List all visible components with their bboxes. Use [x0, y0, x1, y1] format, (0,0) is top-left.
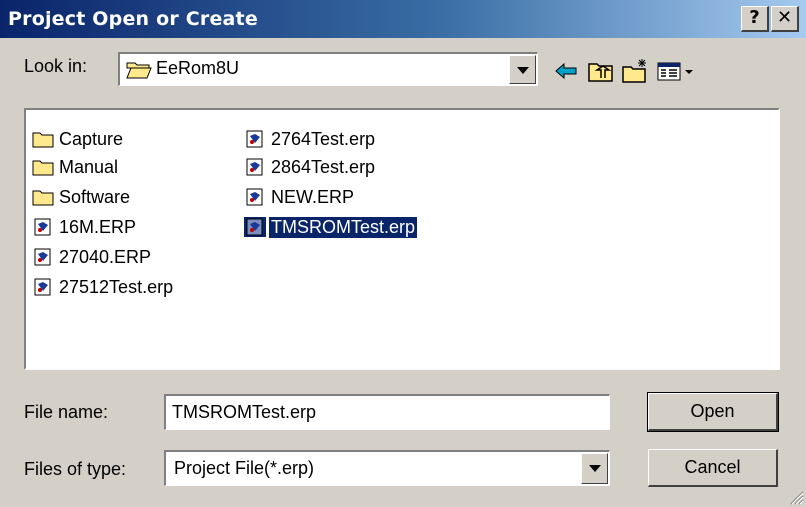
file-name-value: TMSROMTest.erp	[172, 402, 317, 422]
list-item-file[interactable]: 16M.ERP	[32, 214, 138, 240]
open-button[interactable]: Open	[647, 392, 779, 432]
file-list[interactable]: Capture Manual Software 16M.ERP 27040.ER…	[24, 108, 780, 370]
list-item-folder[interactable]: Software	[32, 184, 132, 210]
file-name-input[interactable]: TMSROMTest.erp	[164, 394, 610, 430]
look-in-combo[interactable]: EeRom8U	[118, 52, 538, 86]
list-item-file[interactable]: NEW.ERP	[244, 184, 356, 210]
project-file-icon	[246, 158, 263, 176]
list-item-file[interactable]: 27040.ERP	[32, 244, 153, 270]
list-item-file[interactable]: 2864Test.erp	[244, 154, 377, 180]
close-button[interactable]: ✕	[771, 6, 799, 32]
list-item-file[interactable]: 27512Test.erp	[32, 274, 175, 300]
look-in-label: Look in:	[24, 56, 88, 76]
file-name-label: File name:	[24, 402, 109, 422]
file-type-dropdown-button[interactable]	[581, 453, 608, 484]
files-of-type-label: Files of type:	[24, 459, 127, 479]
folder-icon	[32, 132, 54, 148]
list-item-file[interactable]: 2764Test.erp	[244, 126, 377, 152]
project-file-icon	[34, 278, 51, 296]
file-type-value: Project File(*.erp)	[174, 458, 315, 478]
help-button[interactable]: ?	[741, 6, 769, 32]
look-in-value: EeRom8U	[156, 58, 240, 78]
list-item-file-selected[interactable]: TMSROMTest.erp	[244, 214, 419, 240]
look-in-dropdown-button[interactable]	[509, 55, 536, 84]
project-file-icon	[246, 130, 263, 148]
project-file-icon	[246, 188, 263, 206]
list-item-folder[interactable]: Capture	[32, 126, 125, 152]
resize-grip-icon[interactable]	[790, 491, 804, 505]
file-type-combo[interactable]: Project File(*.erp)	[164, 450, 610, 486]
project-file-icon	[244, 217, 266, 237]
up-folder-icon[interactable]	[586, 57, 616, 85]
back-arrow-icon[interactable]	[552, 57, 582, 85]
cancel-button[interactable]: Cancel	[648, 449, 778, 487]
project-file-icon	[34, 248, 51, 266]
window-title: Project Open or Create	[8, 8, 258, 30]
list-item-folder[interactable]: Manual	[32, 154, 120, 180]
new-folder-icon[interactable]	[621, 57, 651, 85]
folder-icon	[32, 190, 54, 206]
title-bar: Project Open or Create ? ✕	[0, 0, 806, 38]
open-folder-icon	[126, 62, 152, 79]
project-file-icon	[34, 218, 51, 236]
folder-icon	[32, 160, 54, 176]
view-menu-icon[interactable]	[656, 57, 696, 85]
